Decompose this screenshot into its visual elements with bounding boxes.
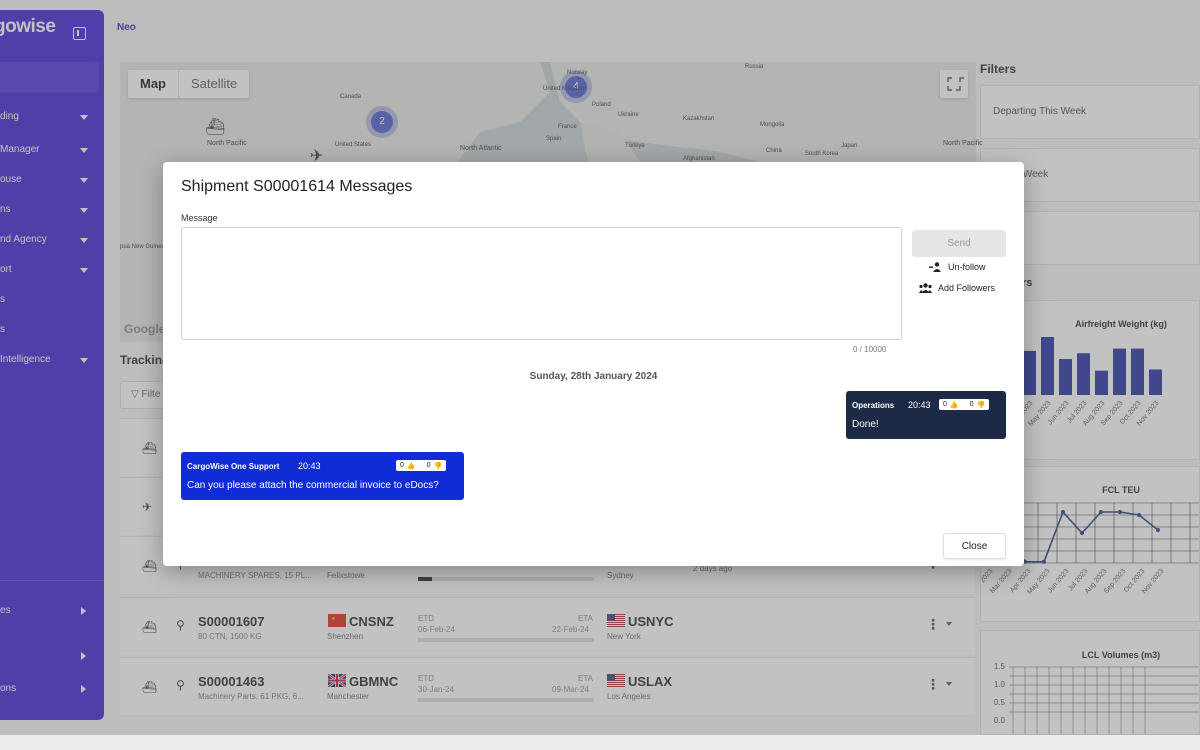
message-sender: CargoWise One Support	[187, 462, 280, 471]
message-sender: Operations	[852, 401, 895, 410]
like-count: 0	[943, 401, 947, 408]
character-counter: 0 / 10000	[853, 345, 887, 354]
send-button[interactable]: Send	[912, 230, 1006, 257]
thumbs-up-icon[interactable]: 👍	[407, 462, 416, 470]
message-bubble-incoming: CargoWise One Support 20:43 0 👍 0 👎 Can yo…	[181, 452, 464, 500]
message-text: Can you please attach the commercial inv…	[187, 480, 439, 491]
unfollow-button[interactable]: Un-follow	[929, 262, 986, 272]
message-time: 20:43	[298, 461, 321, 471]
messages-dialog: Shipment S00001614 Messages Message 0 / …	[163, 162, 1024, 566]
person-remove-icon	[929, 262, 941, 272]
thumbs-up-icon[interactable]: 👍	[950, 401, 959, 409]
group-icon	[919, 283, 932, 293]
dislike-count: 0	[426, 462, 431, 469]
close-button[interactable]: Close	[943, 533, 1006, 559]
bottom-strip	[0, 735, 1200, 750]
message-label: Message	[181, 213, 218, 223]
message-bubble-outgoing: Operations 20:43 0 👍 0 👎 Done!	[846, 391, 1006, 439]
message-text: Done!	[852, 419, 879, 430]
message-input[interactable]	[181, 227, 902, 340]
message-time: 20:43	[908, 400, 931, 410]
like-count: 0	[400, 462, 404, 469]
dialog-title: Shipment S00001614 Messages	[181, 178, 413, 195]
unfollow-label: Un-follow	[948, 262, 986, 272]
thumbs-down-icon[interactable]: 👎	[434, 462, 443, 470]
thumbs-down-icon[interactable]: 👎	[977, 401, 986, 409]
date-separator: Sunday, 28th January 2024	[529, 371, 658, 382]
dislike-count: 0	[969, 401, 974, 408]
add-followers-label: Add Followers	[938, 283, 996, 293]
reaction-bar: 0 👍 0 👎	[939, 399, 990, 410]
add-followers-button[interactable]: Add Followers	[919, 283, 995, 293]
reaction-bar: 0 👍 0 👎	[396, 460, 447, 471]
